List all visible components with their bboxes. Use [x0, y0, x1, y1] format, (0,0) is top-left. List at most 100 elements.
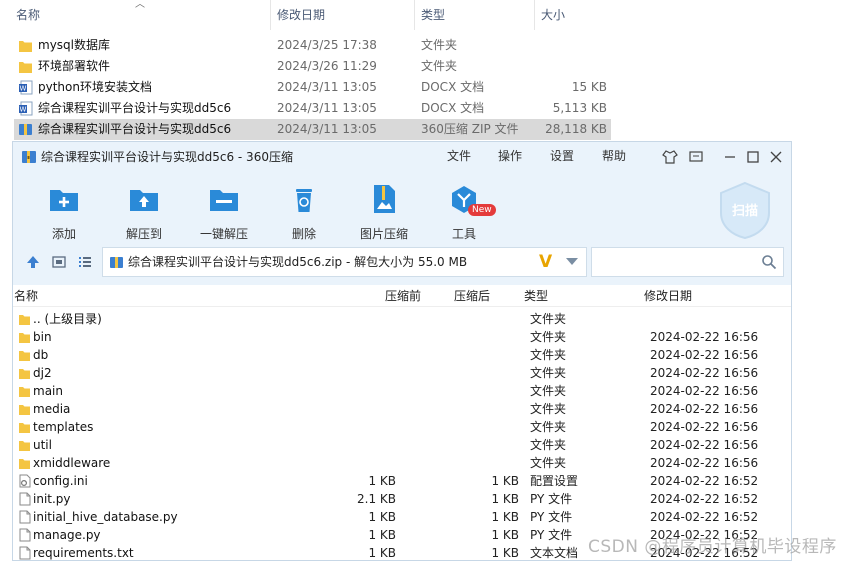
- file-type: 文件夹: [530, 366, 567, 380]
- table-row[interactable]: init.py 2.1 KB 1 KB PY 文件 2024-02-22 16:52: [13, 490, 791, 508]
- table-row[interactable]: db 文件夹 2024-02-22 16:56: [13, 346, 791, 364]
- file-type: PY 文件: [530, 492, 573, 506]
- file-type: 配置设置: [530, 474, 579, 488]
- row-name: mysql数据库: [38, 38, 110, 52]
- v-logo-icon[interactable]: V: [539, 252, 552, 272]
- menu-help[interactable]: 帮助: [602, 142, 626, 170]
- file-name: dj2: [33, 366, 52, 380]
- row-date: 2024/3/25 17:38: [277, 38, 377, 52]
- table-row[interactable]: bin 文件夹 2024-02-22 16:56: [13, 328, 791, 346]
- column-header-uncompressed[interactable]: 压缩后: [454, 285, 490, 307]
- explorer-row[interactable]: mysql数据库 2024/3/25 17:38 文件夹: [14, 35, 611, 56]
- feedback-icon[interactable]: [687, 148, 705, 166]
- table-row[interactable]: xmiddleware 文件夹 2024-02-22 16:56: [13, 454, 791, 472]
- config-file-icon: [19, 474, 31, 488]
- folder-icon: [19, 41, 32, 52]
- one-click-extract-button[interactable]: 一键解压: [184, 178, 264, 241]
- add-label: 添加: [51, 227, 76, 241]
- column-header-compressed[interactable]: 压缩前: [385, 285, 421, 307]
- new-badge: New: [468, 204, 496, 216]
- row-name: 综合课程实训平台设计与实现dd5c6: [38, 101, 232, 115]
- row-type: 360压缩 ZIP 文件: [421, 122, 519, 136]
- file-type: 文件夹: [530, 384, 567, 398]
- up-level-icon[interactable]: [25, 254, 41, 270]
- archive-path-text: 综合课程实训平台设计与实现dd5c6.zip - 解包大小为 55.0 MB: [128, 255, 468, 269]
- toolbar: 添加 解压到 一键解压 删除 图片压缩 工具 New: [13, 172, 791, 241]
- file-type: PY 文件: [530, 528, 573, 542]
- zip-archive-icon: [22, 151, 36, 163]
- table-row[interactable]: initial_hive_database.py 1 KB 1 KB PY 文件 202…: [13, 508, 791, 526]
- file-name: xmiddleware: [33, 456, 111, 470]
- search-input[interactable]: [591, 247, 784, 277]
- modified-date: 2024-02-22 16:56: [650, 456, 759, 470]
- file-type: 文件夹: [530, 330, 567, 344]
- row-type: DOCX 文档: [421, 80, 485, 94]
- table-row[interactable]: templates 文件夹 2024-02-22 16:56: [13, 418, 791, 436]
- row-type: 文件夹: [421, 38, 458, 52]
- close-icon[interactable]: [767, 148, 785, 166]
- file-type: 文件夹: [530, 420, 567, 434]
- uncompressed-size: 1 KB: [491, 474, 519, 488]
- extract-to-button[interactable]: 解压到: [104, 178, 184, 241]
- file-icon: [19, 528, 31, 542]
- file-type: 文件夹: [530, 438, 567, 452]
- table-row[interactable]: dj2 文件夹 2024-02-22 16:56: [13, 364, 791, 382]
- table-row[interactable]: media 文件夹 2024-02-22 16:56: [13, 400, 791, 418]
- explorer-row[interactable]: 环境部署软件 2024/3/26 11:29 文件夹: [14, 56, 611, 77]
- image-compress-button[interactable]: 图片压缩: [344, 178, 424, 241]
- row-size: 5,113 KB: [552, 101, 607, 115]
- row-name: 环境部署软件: [38, 59, 111, 73]
- file-name: util: [33, 438, 52, 452]
- table-row[interactable]: main 文件夹 2024-02-22 16:56: [13, 382, 791, 400]
- menu-settings[interactable]: 设置: [550, 142, 574, 170]
- skin-shirt-icon[interactable]: [661, 148, 679, 166]
- compressed-size: 1 KB: [368, 546, 396, 560]
- file-name: requirements.txt: [33, 546, 134, 560]
- one-click-extract-icon: [210, 190, 238, 211]
- scan-shield-button[interactable]: 扫描: [716, 180, 774, 240]
- explorer-row[interactable]: Wpython环境安装文档 2024/3/11 13:05 DOCX 文档 15 KB: [14, 77, 611, 98]
- column-header-date[interactable]: 修改日期: [271, 0, 415, 30]
- zip-archive-icon: [110, 257, 123, 268]
- archive-path-bar[interactable]: 综合课程实训平台设计与实现dd5c6.zip - 解包大小为 55.0 MB V: [102, 247, 587, 277]
- modified-date: 2024-02-22 16:52: [650, 474, 759, 488]
- word-doc-icon: W: [19, 80, 33, 95]
- list-view-icon[interactable]: [77, 254, 93, 270]
- thumbnail-view-icon[interactable]: [51, 254, 67, 270]
- column-header-type[interactable]: 类型: [415, 0, 535, 30]
- table-row[interactable]: config.ini 1 KB 1 KB 配置设置 2024-02-22 16:52: [13, 472, 791, 490]
- file-type: 文件夹: [530, 348, 567, 362]
- watermark: CSDN @程序员计算机毕设程序: [588, 537, 837, 557]
- table-row[interactable]: util 文件夹 2024-02-22 16:56: [13, 436, 791, 454]
- column-header-modified[interactable]: 修改日期: [644, 285, 692, 307]
- file-type: 文件夹: [530, 402, 567, 416]
- word-doc-icon: W: [19, 101, 33, 116]
- add-folder-icon: [50, 190, 78, 211]
- folder-icon: [19, 315, 30, 325]
- menu-file[interactable]: 文件: [447, 142, 471, 170]
- file-name: templates: [33, 420, 94, 434]
- explorer-row[interactable]: 综合课程实训平台设计与实现dd5c6 2024/3/11 13:05 360压缩 Z…: [14, 119, 611, 140]
- maximize-icon[interactable]: [744, 148, 762, 166]
- delete-button[interactable]: 删除: [264, 178, 344, 241]
- column-header-type[interactable]: 类型: [524, 285, 548, 307]
- column-header-name[interactable]: 名称: [14, 285, 38, 307]
- modified-date: 2024-02-22 16:56: [650, 348, 759, 362]
- explorer-row[interactable]: W 综合课程实训平台设计与实现dd5c6 2024/3/11 13:05 DOCX 文…: [14, 98, 611, 119]
- zip-archive-icon: [19, 124, 32, 135]
- minimize-icon[interactable]: [721, 148, 739, 166]
- search-icon[interactable]: [761, 254, 777, 270]
- chevron-down-icon[interactable]: [566, 258, 578, 265]
- image-compress-label: 图片压缩: [359, 227, 408, 241]
- folder-icon: [19, 369, 30, 379]
- window-title: 综合课程实训平台设计与实现dd5c6 - 360压缩: [41, 150, 293, 164]
- column-header-size[interactable]: 大小: [535, 0, 615, 30]
- menu-operation[interactable]: 操作: [498, 142, 522, 170]
- list-header: 名称 压缩前 压缩后 类型 修改日期: [13, 285, 791, 307]
- uncompressed-size: 1 KB: [491, 510, 519, 524]
- compressed-size: 1 KB: [368, 528, 396, 542]
- add-button[interactable]: 添加: [24, 178, 104, 241]
- table-row[interactable]: .. (上级目录) 文件夹: [13, 310, 791, 328]
- folder-icon: [19, 441, 30, 451]
- extract-to-icon: [130, 190, 158, 211]
